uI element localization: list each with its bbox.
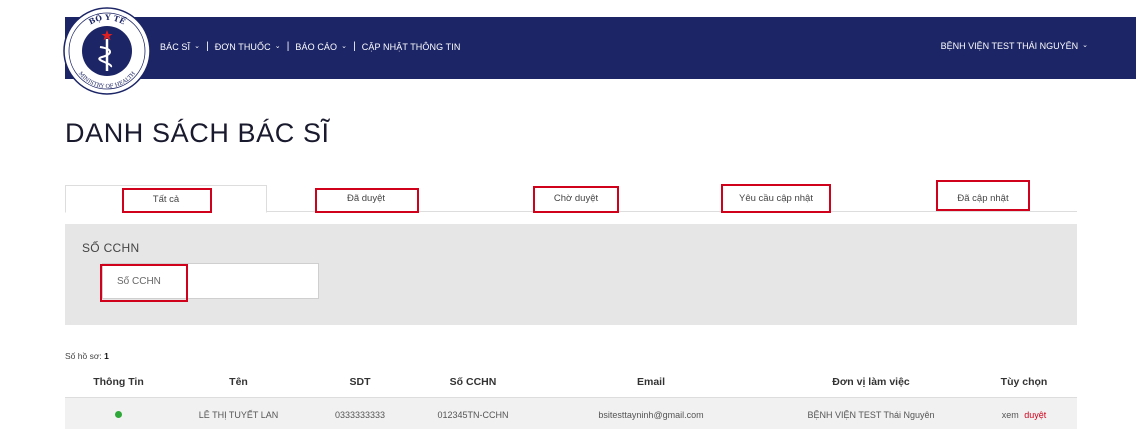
page-title: DANH SÁCH BÁC SĨ: [65, 118, 330, 148]
menu-separator: |: [286, 41, 290, 52]
hospital-account-menu[interactable]: BỆNH VIỆN TEST THÁI NGUYÊN ⌄: [941, 41, 1088, 51]
chevron-down-icon: ⌄: [274, 42, 281, 50]
email-cell: bsitesttayninh@gmail.com: [598, 409, 704, 420]
highlight-box: [122, 188, 212, 213]
cchn-filter-label: SỐ CCHN: [82, 241, 140, 255]
hospital-name: BỆNH VIỆN TEST THÁI NGUYÊN: [940, 41, 1079, 51]
menu-update-info-label: CẬP NHẬT THÔNG TIN: [361, 41, 461, 52]
highlight-box: [315, 188, 419, 213]
highlight-box: [533, 186, 619, 213]
menu-separator: |: [206, 41, 209, 52]
menu-reports[interactable]: BÁO CÁO ⌄: [295, 42, 347, 52]
view-link[interactable]: xem: [1002, 410, 1019, 420]
highlight-box: [936, 180, 1030, 211]
filter-panel: SỐ CCHN: [65, 224, 1077, 325]
column-header[interactable]: Tùy chọn: [971, 376, 1077, 388]
column-header[interactable]: Số CCHN: [415, 376, 531, 388]
workplace-cell: BỆNH VIỆN TEST Thái Nguyên: [807, 409, 935, 420]
actions-cell: xem duyệt: [971, 410, 1077, 420]
chevron-down-icon: ⌄: [194, 42, 201, 50]
record-count: Số hồ sơ: 1: [65, 351, 109, 361]
record-count-label: Số hồ sơ:: [65, 351, 102, 361]
column-header[interactable]: Email: [531, 376, 771, 388]
status-cell: [65, 410, 172, 420]
status-dot-icon: [115, 410, 122, 418]
menu-update-info[interactable]: CẬP NHẬT THÔNG TIN: [362, 42, 461, 52]
doctor-table: Thông Tin Tên SDT Số CCHN Email Đơn vị l…: [65, 366, 1077, 429]
table-row: LÊ THỊ TUYẾT LAN 0333333333 012345TN-CCH…: [65, 398, 1077, 429]
top-navbar: BÁC SĨ ⌄ | ĐƠN THUỐC ⌄ | BÁO CÁO ⌄ | CẬP…: [65, 17, 1136, 79]
menu-doctors-label: BÁC SĨ: [160, 41, 191, 52]
column-header[interactable]: Tên: [172, 376, 305, 388]
ministry-logo[interactable]: BỘ Y TẾ MINISTRY OF HEALTH: [58, 1, 156, 96]
highlight-box: [721, 184, 831, 213]
cchn-search-input[interactable]: [102, 263, 319, 299]
chevron-down-icon: ⌄: [1082, 42, 1088, 49]
menu-prescriptions[interactable]: ĐƠN THUỐC ⌄: [215, 42, 281, 52]
menu-reports-label: BÁO CÁO: [295, 41, 338, 52]
main-menu: BÁC SĨ ⌄ | ĐƠN THUỐC ⌄ | BÁO CÁO ⌄ | CẬP…: [160, 41, 460, 52]
column-header[interactable]: SDT: [305, 376, 415, 388]
menu-doctors[interactable]: BÁC SĨ ⌄: [160, 42, 200, 52]
menu-separator: |: [353, 41, 356, 52]
column-header[interactable]: Thông Tin: [65, 376, 172, 388]
cchn-cell: 012345TN-CCHN: [437, 409, 509, 420]
record-count-value: 1: [104, 351, 109, 361]
column-header[interactable]: Đơn vị làm việc: [771, 376, 971, 388]
name-cell: LÊ THỊ TUYẾT LAN: [198, 409, 279, 420]
table-header: Thông Tin Tên SDT Số CCHN Email Đơn vị l…: [65, 366, 1077, 398]
phone-cell: 0333333333: [334, 409, 386, 420]
approve-link[interactable]: duyệt: [1024, 410, 1046, 420]
chevron-down-icon: ⌄: [341, 42, 348, 50]
menu-prescriptions-label: ĐƠN THUỐC: [214, 41, 271, 52]
